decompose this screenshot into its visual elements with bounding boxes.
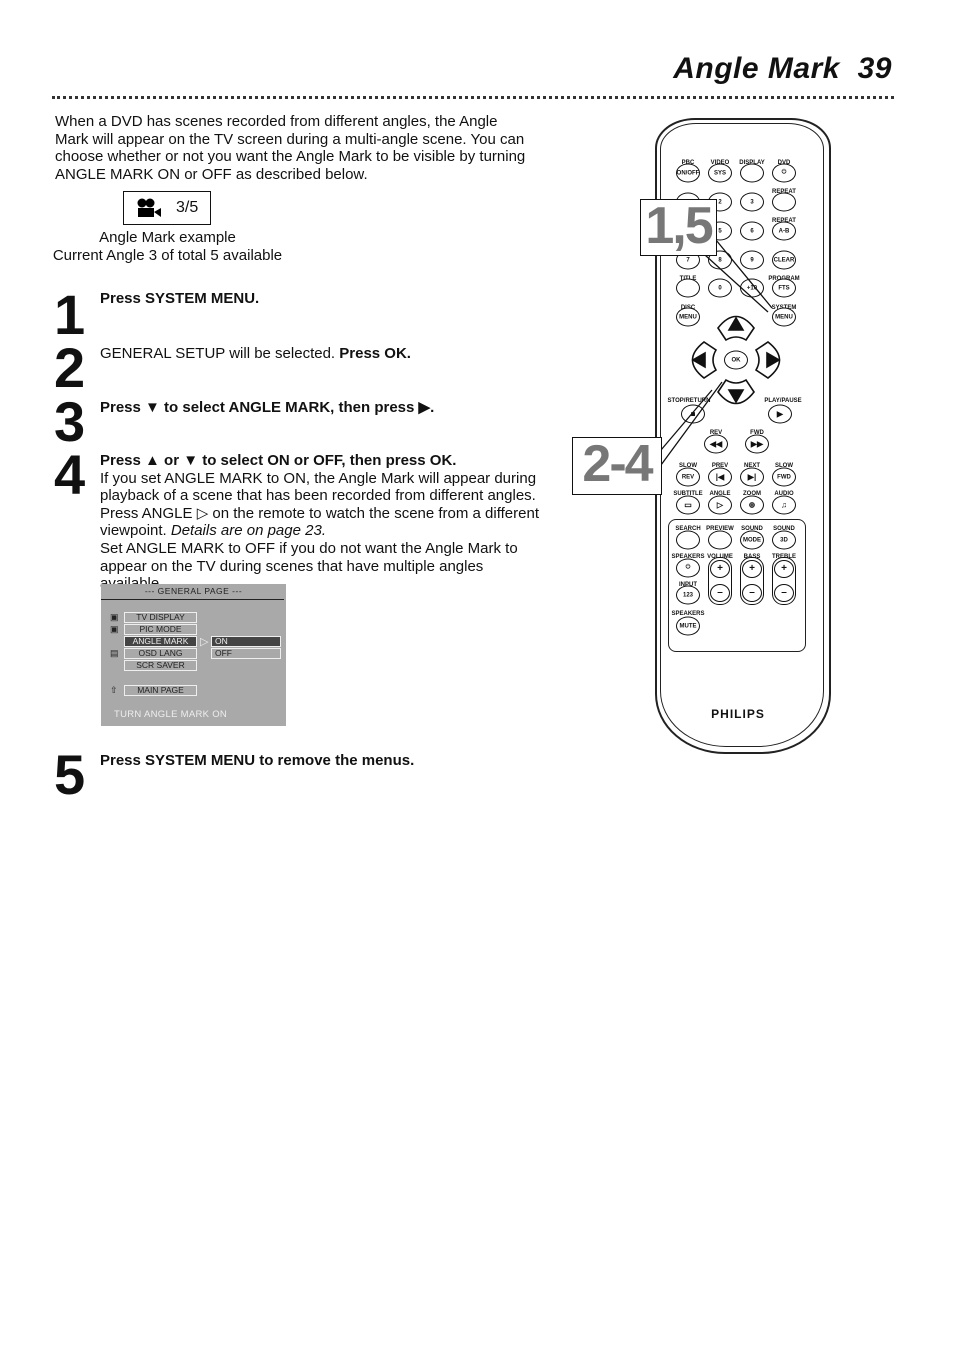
callout-2-4: 2-4 xyxy=(572,437,662,495)
dpad[interactable] xyxy=(691,315,781,405)
manual-page: Angle Mark 39 When a DVD has scenes reco… xyxy=(0,0,954,1351)
callout-lines xyxy=(660,239,781,466)
callout-1-5: 1,5 xyxy=(640,199,717,256)
